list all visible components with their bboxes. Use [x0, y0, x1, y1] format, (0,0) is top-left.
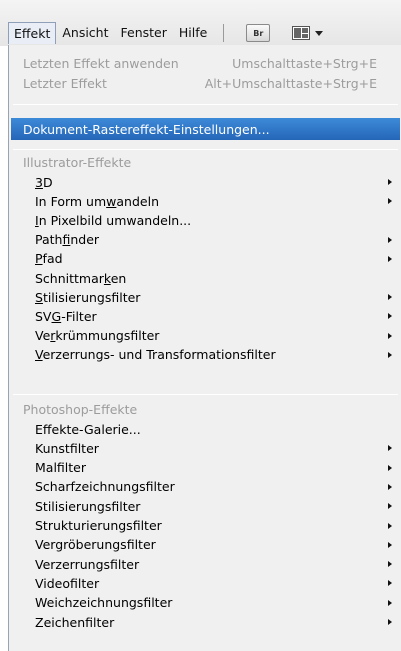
menu-item-label: SVG-Filter [35, 308, 97, 324]
menu-item-label: Letzten Effekt anwenden [23, 55, 179, 71]
bridge-button[interactable]: Br [246, 24, 271, 42]
menu-hilfe[interactable]: Hilfe [173, 22, 213, 44]
menu-item-label: Verzerrungsfilter [35, 556, 140, 572]
menu-item-label: Schnittmarken [35, 270, 127, 286]
submenu-arrow-icon [388, 313, 392, 320]
submenu-arrow-icon [388, 483, 392, 490]
menu-item-label: Pathfinder [35, 232, 100, 248]
menu-ansicht[interactable]: Ansicht [56, 22, 114, 44]
submenu-arrow-icon [388, 619, 392, 625]
menu-item-illustrator-2[interactable]: In Pixelbild umwandeln... [9, 211, 401, 229]
menu-divider [13, 104, 398, 105]
submenu-arrow-icon [388, 561, 392, 568]
workspace-button[interactable] [292, 26, 324, 40]
menu-item-apply-last-effect[interactable]: Letzten Effekt anwenden Umschalttaste+St… [9, 54, 401, 72]
submenu-arrow-icon [388, 332, 392, 339]
menu-item-label: Scharfzeichnungsfilter [35, 479, 175, 495]
submenu-arrow-icon [388, 294, 392, 301]
menu-bar-row: Effekt Ansicht Fenster Hilfe Br [0, 22, 401, 44]
menu-item-label: Weichzeichnungsfilter [35, 595, 173, 611]
menu-item-label: Effekte-Galerie... [35, 421, 141, 437]
menu-item-illustrator-1[interactable]: In Form umwandeln [9, 192, 401, 210]
menu-item-label: Vergröberungsfilter [35, 537, 156, 553]
menu-item-illustrator-9[interactable]: Verzerrungs- und Transformationsfilter [9, 346, 401, 364]
submenu-arrow-icon [388, 522, 392, 529]
menu-effekt[interactable]: Effekt [8, 22, 57, 44]
section-header-illustrator: Illustrator-Effekte [23, 155, 132, 170]
menu-item-label: Dokument-Rastereffekt-Einstellungen... [23, 121, 270, 137]
submenu-arrow-icon [388, 236, 392, 243]
menu-fenster[interactable]: Fenster [115, 22, 173, 44]
menu-item-photoshop-3[interactable]: Scharfzeichnungsfilter [9, 478, 401, 496]
menu-item-document-raster-effects-settings[interactable]: Dokument-Rastereffekt-Einstellungen... [11, 118, 400, 140]
menu-item-label: Verzerrungs- und Transformationsfilter [35, 347, 276, 363]
submenu-arrow-icon [388, 351, 392, 358]
submenu-arrow-icon [388, 179, 392, 185]
menu-item-illustrator-6[interactable]: Stilisierungsfilter [9, 288, 401, 306]
menu-item-label: Pfad [35, 251, 63, 267]
section-header-photoshop: Photoshop-Effekte [23, 402, 138, 417]
menu-item-photoshop-8[interactable]: Videofilter [9, 574, 401, 592]
menu-item-illustrator-0[interactable]: 3D [9, 173, 401, 191]
submenu-arrow-icon [388, 198, 392, 205]
menu-item-label: Zeichenfilter [35, 614, 115, 630]
menu-divider [13, 394, 398, 395]
menu-item-illustrator-8[interactable]: Verkrümmungsfilter [9, 327, 401, 345]
menu-item-label: In Form umwandeln [35, 193, 159, 209]
menu-item-illustrator-3[interactable]: Pathfinder [9, 231, 401, 249]
menu-item-shortcut: Alt+Umschalttaste+Strg+E [204, 75, 377, 91]
menu-item-last-effect[interactable]: Letzter Effekt Alt+Umschalttaste+Strg+E [9, 74, 401, 92]
menu-item-label: Verkrümmungsfilter [35, 328, 160, 344]
menu-item-label: 3D [35, 174, 53, 190]
submenu-arrow-icon [388, 599, 392, 606]
menu-separator [223, 24, 225, 42]
menu-item-illustrator-7[interactable]: SVG-Filter [9, 307, 401, 325]
menu-divider [13, 149, 398, 150]
chevron-down-icon [315, 30, 324, 36]
menu-item-photoshop-7[interactable]: Verzerrungsfilter [9, 555, 401, 573]
menu-item-shortcut: Umschalttaste+Strg+E [232, 55, 377, 71]
menu-item-photoshop-6[interactable]: Vergröberungsfilter [9, 536, 401, 554]
menu-item-label: Malfilter [35, 460, 86, 476]
submenu-arrow-icon [388, 503, 392, 510]
submenu-arrow-icon [388, 445, 392, 452]
menu-item-label: Stilisierungsfilter [35, 289, 141, 305]
submenu-arrow-icon [388, 255, 392, 262]
menu-item-illustrator-4[interactable]: Pfad [9, 250, 401, 268]
menu-item-photoshop-9[interactable]: Weichzeichnungsfilter [9, 594, 401, 612]
submenu-arrow-icon [388, 541, 392, 548]
menu-item-label: Strukturierungsfilter [35, 518, 162, 533]
menu-item-label: Videofilter [35, 575, 100, 591]
effekt-dropdown-menu: Letzten Effekt anwenden Umschalttaste+St… [8, 45, 401, 651]
menu-item-photoshop-10[interactable]: Zeichenfilter [9, 613, 401, 631]
menu-item-label: In Pixelbild umwandeln... [35, 212, 192, 228]
menu-item-label: Letzter Effekt [23, 75, 107, 91]
menu-item-illustrator-5[interactable]: Schnittmarken [9, 269, 401, 287]
menu-item-label: Stilisierungsfilter [35, 498, 141, 514]
submenu-arrow-icon [388, 464, 392, 471]
submenu-arrow-icon [388, 580, 392, 587]
menu-item-photoshop-1[interactable]: Kunstfilter [9, 439, 401, 457]
menu-item-photoshop-2[interactable]: Malfilter [9, 459, 401, 477]
workspace-layout-icon [292, 26, 311, 40]
menu-item-label: Kunstfilter [35, 440, 99, 456]
menu-item-photoshop-0[interactable]: Effekte-Galerie... [9, 420, 401, 438]
menu-item-photoshop-5[interactable]: Strukturierungsfilter [9, 517, 401, 535]
menu-item-photoshop-4[interactable]: Stilisierungsfilter [9, 497, 401, 515]
menu-bar: Effekt Ansicht Fenster Hilfe Br [0, 0, 401, 46]
